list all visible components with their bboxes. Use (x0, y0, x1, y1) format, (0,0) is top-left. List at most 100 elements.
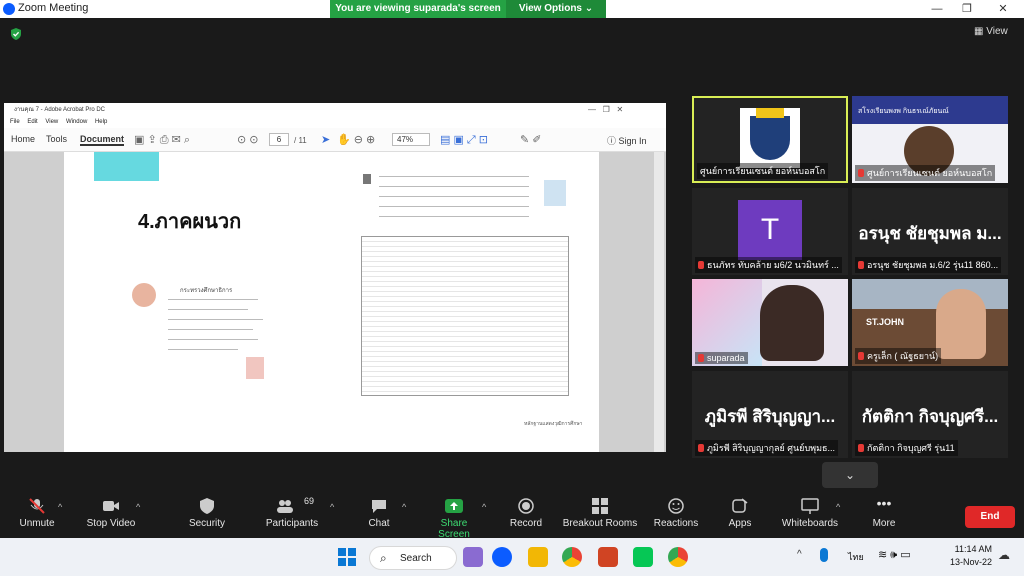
more-button[interactable]: ••• More (866, 490, 902, 538)
view-button[interactable]: ▦ View (974, 24, 1020, 40)
clock-time: 11:14 AM (954, 544, 992, 554)
appendix-heading: 4.ภาคผนวก (138, 211, 242, 233)
gallery-next-page-button[interactable]: ⌄ (822, 462, 878, 488)
breakout-rooms-icon (592, 498, 608, 514)
people-icon (277, 500, 293, 513)
video-options-caret[interactable]: ^ (136, 502, 140, 512)
chat-button[interactable]: Chat (362, 490, 396, 538)
whiteboards-options-caret[interactable]: ^ (836, 502, 840, 512)
breakout-rooms-label: Breakout Rooms (562, 518, 638, 529)
meeting-toolbar: Unmute ^ Stop Video ^ Security 69 Partic… (0, 490, 1024, 540)
acrobat-scrollbar[interactable] (654, 152, 664, 452)
select-cursor-icon[interactable]: ➤ (321, 133, 330, 146)
muted-mic-icon (858, 261, 864, 269)
powerpoint-icon[interactable] (598, 547, 618, 567)
tray-overflow-icon[interactable]: ^ (797, 549, 802, 560)
widgets-icon[interactable] (463, 547, 483, 567)
breakout-rooms-button[interactable]: Breakout Rooms (562, 490, 638, 538)
chrome-profile-icon[interactable] (668, 547, 688, 567)
audio-options-caret[interactable]: ^ (58, 502, 62, 512)
participant-display-name: ภูมิรพี สิริบุญญา... (704, 407, 836, 426)
tab-tools[interactable]: Tools (46, 134, 67, 144)
menu-help[interactable]: Help (95, 119, 107, 125)
video-camera-icon (103, 501, 119, 511)
notifications-icon[interactable]: ☁ (998, 548, 1010, 562)
search-icon: ⌕ (380, 551, 387, 565)
zoom-tools-icons[interactable]: ✋ ⊖ ⊕ (337, 133, 375, 146)
apps-icon (732, 498, 748, 513)
sign-in-link[interactable]: ⓘ Sign In (607, 134, 647, 147)
end-meeting-button[interactable]: End (965, 506, 1015, 528)
view-options-button[interactable]: View Options ⌄ (506, 0, 606, 18)
maximize-button[interactable]: ❐ (952, 1, 982, 17)
menu-file[interactable]: File (10, 119, 20, 125)
chat-options-caret[interactable]: ^ (402, 502, 406, 512)
toolbar-icons[interactable]: ▣ ⇪ ⎙ ✉ ⌕ (134, 133, 190, 147)
participant-display-name: กัตติกา กิจบุญศรี... (861, 407, 999, 426)
reactions-button[interactable]: Reactions (652, 490, 700, 538)
share-banner: You are viewing suparada's screen (330, 0, 506, 18)
participant-name: กัตติกา กิจบุญศรี รุ่น11 (855, 440, 958, 456)
windows-start-icon[interactable] (338, 548, 356, 566)
wifi-volume-battery-icons[interactable]: ≋ 🕪 ▭ (878, 548, 911, 562)
menu-window[interactable]: Window (66, 119, 87, 125)
muted-mic-icon (858, 169, 864, 177)
tab-document[interactable]: Document (80, 134, 125, 146)
apps-button[interactable]: Apps (724, 490, 756, 538)
participant-name: อรนุช ชัยชุมพล ม.6/2 รุ่น11 860... (855, 257, 1002, 273)
participant-avatar: T (738, 200, 802, 260)
language-indicator[interactable]: ไทย (848, 550, 864, 564)
comment-tools-icons[interactable]: ✎ ✐ (520, 133, 542, 146)
stop-video-button[interactable]: Stop Video (82, 490, 140, 538)
file-explorer-icon[interactable] (528, 547, 548, 567)
page-number-input[interactable]: 6 (269, 133, 289, 146)
participants-button[interactable]: 69 Participants (262, 490, 322, 538)
participant-tile[interactable]: กัตติกา กิจบุญศรี... กัตติกา กิจบุญศรี ร… (852, 371, 1008, 458)
school-logo-icon (740, 108, 800, 168)
participant-tile[interactable]: อรนุช ชัยชุมพล ม... อรนุช ชัยชุมพล ม.6/2… (852, 188, 1008, 275)
view-tools-icons[interactable]: ▤ ▣ ⤢ ⊡ (440, 133, 488, 147)
close-button[interactable]: ✕ (988, 1, 1018, 17)
participant-tile[interactable]: ศูนย์การเรียนเซนต์ ยอห์นบอสโก (692, 96, 848, 183)
security-button[interactable]: Security (184, 490, 230, 538)
more-label: More (872, 518, 896, 529)
chrome-icon[interactable] (562, 547, 582, 567)
window-title: Zoom Meeting (18, 2, 89, 14)
microphone-icon[interactable] (820, 548, 828, 562)
taskbar-search[interactable]: ⌕ Search (369, 546, 457, 570)
participant-tile[interactable]: ภูมิรพี สิริบุญญา... ภูมิรพี สิริบุญญากุ… (692, 371, 848, 458)
participant-tile[interactable]: ST.JOHN ครูเล็ก ( ณัฐธยาน์) (852, 279, 1008, 366)
taskbar-clock[interactable]: 11:14 AM 13-Nov-22 (940, 543, 992, 569)
line-app-icon[interactable] (633, 547, 653, 567)
muted-mic-icon (29, 498, 45, 514)
tile-banner: สโรงเรียนพงพ กินธรเณ์ภัยนณ์ (852, 96, 1008, 124)
zoom-level-select[interactable]: 47% (392, 133, 430, 146)
unmute-label: Unmute (19, 518, 55, 529)
acrobat-menu-bar: File Edit View Window Help (4, 117, 666, 128)
tab-home[interactable]: Home (11, 134, 35, 144)
participant-tile[interactable]: suparada (692, 279, 848, 366)
menu-view[interactable]: View (45, 119, 58, 125)
record-icon (518, 498, 534, 514)
record-button[interactable]: Record (506, 490, 546, 538)
muted-mic-icon (858, 444, 864, 452)
chat-label: Chat (368, 518, 390, 529)
acrobat-window-controls[interactable]: — ❐ ✕ (588, 105, 623, 114)
participants-options-caret[interactable]: ^ (330, 502, 334, 512)
zoom-app-icon[interactable] (492, 547, 512, 567)
encryption-shield-icon[interactable] (10, 28, 22, 40)
menu-edit[interactable]: Edit (27, 119, 37, 125)
participant-tile[interactable]: T ธนภัทร ทับคล้าย ม6/2 นวมินทร์ ... (692, 188, 848, 275)
minimize-button[interactable]: — (922, 1, 952, 17)
share-screen-button[interactable]: Share Screen (424, 490, 484, 540)
share-screen-label: Share Screen (438, 518, 470, 540)
participant-tile[interactable]: สโรงเรียนพงพ กินธรเณ์ภัยนณ์ ศูนย์การเรีย… (852, 96, 1008, 183)
view-label: View (986, 26, 1008, 37)
page-nav-icons[interactable]: ⊙ ⊙ (237, 133, 259, 146)
sign-in-label: Sign In (618, 136, 647, 146)
whiteboards-button[interactable]: Whiteboards (780, 490, 840, 538)
share-options-caret[interactable]: ^ (482, 502, 486, 512)
ellipsis-icon: ••• (876, 495, 892, 511)
participant-face (936, 289, 986, 359)
unmute-button[interactable]: Unmute (12, 490, 62, 538)
